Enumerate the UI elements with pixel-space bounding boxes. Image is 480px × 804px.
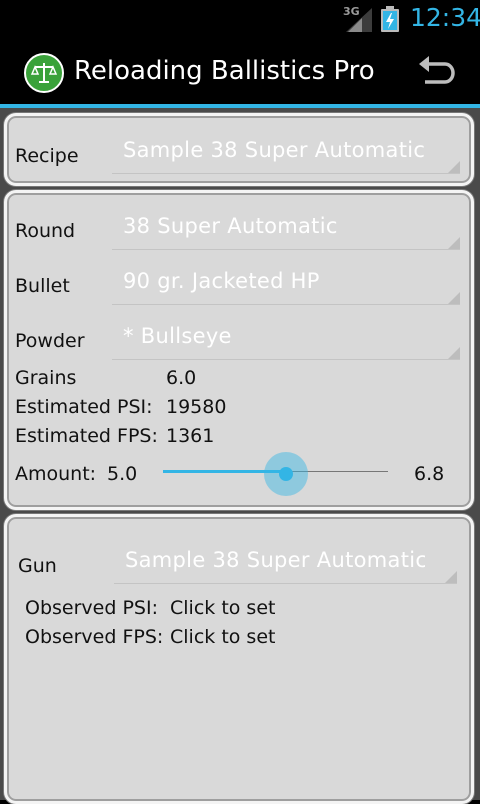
dropdown-arrow-icon <box>445 571 457 583</box>
dropdown-arrow-icon <box>448 347 460 359</box>
app-logo-icon[interactable] <box>24 53 64 93</box>
app-title: Reloading Ballistics Pro <box>74 56 375 86</box>
observed-fps-value[interactable]: Click to set <box>170 626 275 648</box>
gun-value: Sample 38 Super Automatic <box>125 548 425 572</box>
status-bar: 3G 12:34 <box>0 0 480 38</box>
clock: 12:34 <box>410 3 480 32</box>
powder-label: Powder <box>15 330 85 352</box>
gun-label: Gun <box>18 555 57 577</box>
bullet-value: 90 gr. Jacketed HP <box>123 269 320 293</box>
recipe-spinner[interactable]: Sample 38 Super Automatic <box>112 136 460 174</box>
spinner-underline <box>112 359 460 360</box>
amount-min-label: 5.0 <box>107 463 138 485</box>
round-spinner[interactable]: 38 Super Automatic <box>112 212 460 250</box>
dropdown-arrow-icon <box>448 161 460 173</box>
powder-value: * Bullseye <box>123 324 232 348</box>
amount-label: Amount: <box>15 463 97 485</box>
dropdown-arrow-icon <box>448 237 460 249</box>
spinner-underline <box>114 583 457 584</box>
amount-max-label: 6.8 <box>414 463 445 485</box>
recipe-value: Sample 38 Super Automatic <box>123 138 426 162</box>
spinner-underline <box>112 304 460 305</box>
grains-label: Grains <box>15 367 77 389</box>
round-label: Round <box>15 220 76 242</box>
spinner-underline <box>112 173 460 174</box>
slider-thumb[interactable] <box>264 452 308 496</box>
estimated-psi-value: 19580 <box>166 396 227 418</box>
battery-icon <box>381 6 399 32</box>
bullet-label: Bullet <box>15 275 70 297</box>
round-value: 38 Super Automatic <box>123 214 338 238</box>
action-bar: Reloading Ballistics Pro <box>0 38 480 106</box>
bullet-spinner[interactable]: 90 gr. Jacketed HP <box>112 267 460 305</box>
recipe-label: Recipe <box>15 145 79 167</box>
dropdown-arrow-icon <box>448 292 460 304</box>
estimated-psi-label: Estimated PSI: <box>15 396 153 418</box>
spinner-underline <box>112 249 460 250</box>
observed-psi-value[interactable]: Click to set <box>170 597 275 619</box>
powder-spinner[interactable]: * Bullseye <box>112 322 460 360</box>
estimated-fps-label: Estimated FPS: <box>15 425 158 447</box>
grains-value: 6.0 <box>166 367 197 389</box>
observed-fps-label: Observed FPS: <box>25 626 164 648</box>
undo-icon[interactable] <box>415 52 459 94</box>
gun-spinner[interactable]: Sample 38 Super Automatic <box>114 546 457 584</box>
signal-icon <box>346 8 372 32</box>
observed-psi-label: Observed PSI: <box>25 597 158 619</box>
amount-slider[interactable] <box>163 452 388 496</box>
estimated-fps-value: 1361 <box>166 425 215 447</box>
